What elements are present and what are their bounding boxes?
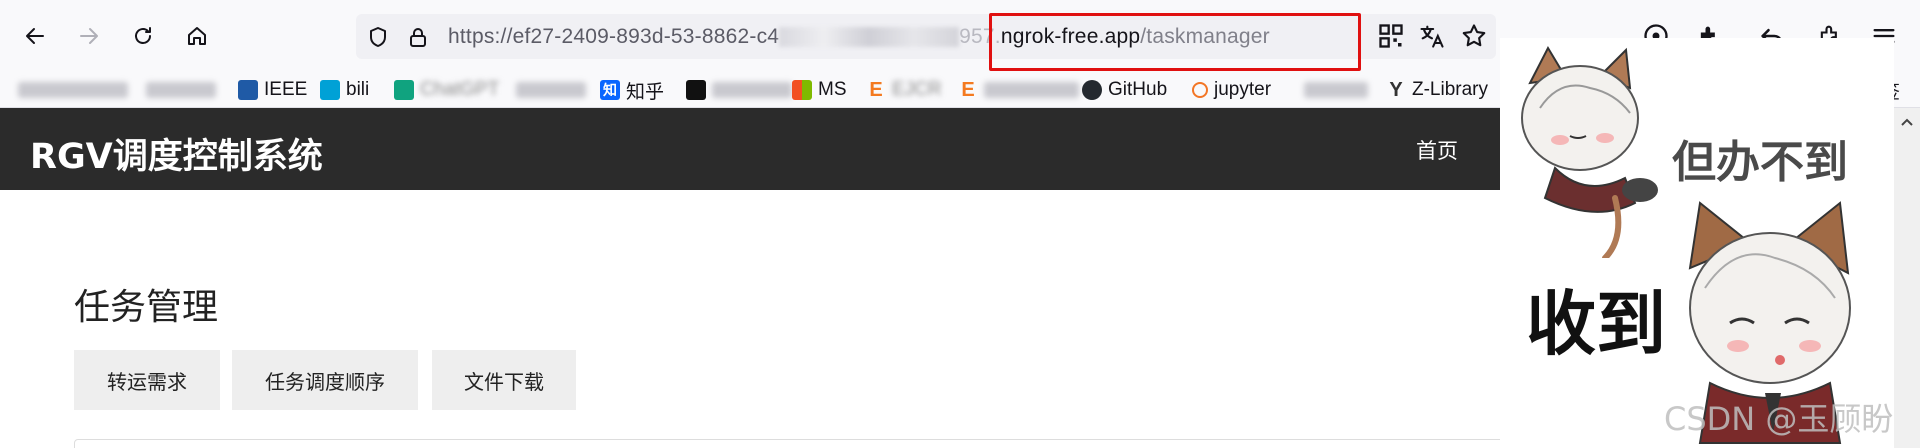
bookmark-label: ChatGPT <box>420 79 500 100</box>
bookmark-label: Z-Library <box>1412 79 1489 100</box>
bookmark-ms[interactable]: MS <box>792 76 847 104</box>
ieee-icon <box>238 80 258 100</box>
translate-icon[interactable] <box>1418 22 1446 50</box>
arrow-left-icon <box>26 28 44 44</box>
bookmark-chatgpt[interactable]: ChatGPT <box>394 76 499 104</box>
home-button[interactable] <box>180 19 214 53</box>
url-redacted-segment <box>779 27 960 48</box>
redacted-bookmark <box>18 82 128 98</box>
redacted-bookmark <box>1304 82 1368 98</box>
bookmark-redacted-3[interactable] <box>516 76 586 104</box>
bookmark-bili[interactable]: bili <box>320 76 369 104</box>
elsevier-icon: E <box>961 78 975 101</box>
url-prefix: https://ef27-2409-893d-53-8862-c4 <box>448 25 780 48</box>
qr-code-icon[interactable] <box>1377 22 1405 50</box>
bookmark-label: EJCR <box>892 79 942 100</box>
bookmark-ieee[interactable]: IEEE <box>238 76 307 104</box>
zhihu-icon: 知 <box>600 80 620 100</box>
bookmark-github[interactable]: GitHub <box>1082 76 1167 104</box>
sticker-text-bottom: 收到 <box>1526 283 1666 365</box>
chibi-cat-character-top-illustration <box>1521 45 1658 258</box>
nav-link-home[interactable]: 首页 <box>1416 135 1458 165</box>
tab-task-schedule-order[interactable]: 任务调度顺序 <box>232 350 418 410</box>
bookmark-label: bili <box>346 79 370 100</box>
reload-button[interactable] <box>126 19 160 53</box>
chatgpt-icon <box>394 80 414 100</box>
tab-transport-demand[interactable]: 转运需求 <box>74 350 220 410</box>
meme-sticker: 但办不到 收到 <box>1500 38 1894 448</box>
bookmark-jupyter[interactable]: jupyter <box>1192 76 1271 104</box>
bookmark-redacted-4[interactable] <box>686 76 792 104</box>
bookmark-label: IEEE <box>264 79 308 100</box>
redacted-bookmark <box>984 82 1079 98</box>
redacted-bookmark <box>146 82 216 98</box>
site-title[interactable]: RGV调度控制系统 <box>30 128 323 179</box>
lock-icon[interactable] <box>406 25 430 49</box>
bookmark-redacted-6[interactable] <box>1304 76 1368 104</box>
bookmark-label: jupyter <box>1214 79 1272 100</box>
bookmark-zlibrary[interactable]: Y Z-Library <box>1386 76 1488 104</box>
home-icon <box>188 27 206 45</box>
bilibili-icon <box>320 80 340 100</box>
forward-button[interactable] <box>72 19 106 53</box>
bookmark-redacted-1[interactable] <box>18 76 128 104</box>
arrow-right-icon <box>80 28 98 44</box>
page-scrollbar[interactable] <box>1894 108 1920 448</box>
tab-file-download[interactable]: 文件下载 <box>432 350 576 410</box>
elsevier-icon: E <box>869 78 883 101</box>
microsoft-icon <box>792 80 812 100</box>
redacted-bookmark <box>516 82 586 98</box>
bookmark-redacted-2[interactable] <box>146 76 216 104</box>
github-icon <box>1082 80 1102 100</box>
bookmark-label: 知乎 <box>626 81 665 103</box>
bookmark-star-icon[interactable] <box>1460 22 1488 50</box>
jupyter-icon <box>1192 82 1208 98</box>
csdn-watermark: CSDN @玉顾盼 <box>1664 400 1894 438</box>
tracking-protection-shield-icon[interactable] <box>366 25 390 49</box>
bookmark-label: GitHub <box>1108 79 1168 100</box>
reload-icon <box>135 27 151 44</box>
bookmark-zhihu[interactable]: 知知乎 <box>600 76 664 104</box>
web-icon <box>686 80 706 100</box>
back-button[interactable] <box>18 19 52 53</box>
zlibrary-icon: Y <box>1389 78 1403 101</box>
url-highlight-annotation <box>989 13 1361 71</box>
sticker-text-top: 但办不到 <box>1672 137 1848 188</box>
bookmark-label: MS <box>818 79 847 100</box>
redacted-bookmark <box>712 82 792 98</box>
page-title: 任务管理 <box>74 287 219 328</box>
bookmark-redacted-5[interactable]: E <box>958 76 1079 104</box>
scroll-up-arrow-icon[interactable] <box>1897 112 1917 132</box>
bookmark-ejcr[interactable]: E EJCR <box>866 76 942 104</box>
